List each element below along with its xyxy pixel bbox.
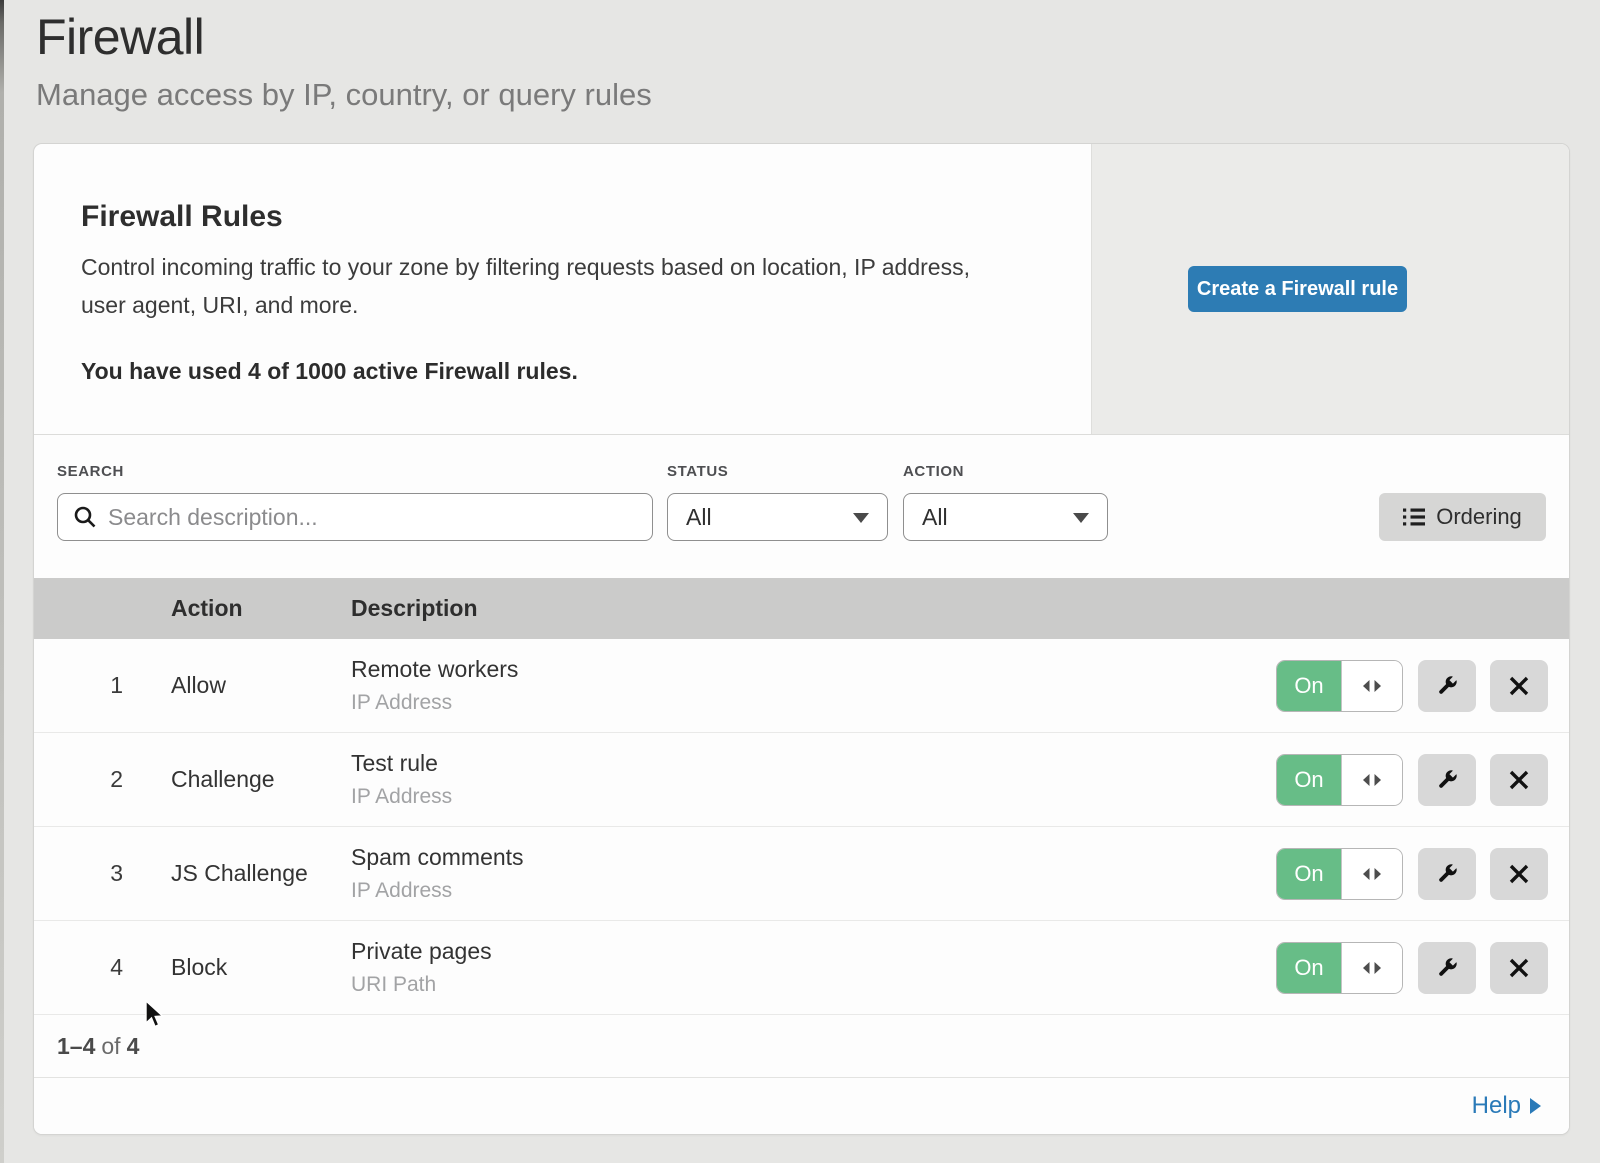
rule-action: JS Challenge xyxy=(123,860,351,887)
search-label: SEARCH xyxy=(57,463,653,480)
help-bar: Help xyxy=(34,1078,1569,1134)
rule-number: 2 xyxy=(34,766,123,793)
mouse-cursor xyxy=(144,1000,170,1030)
wrench-icon xyxy=(1434,672,1461,699)
rule-toggle[interactable]: On xyxy=(1276,848,1403,900)
left-right-arrows-icon xyxy=(1360,773,1384,787)
rule-description: Test rule xyxy=(351,750,1276,777)
rule-number: 1 xyxy=(34,672,123,699)
rules-usage: You have used 4 of 1000 active Firewall … xyxy=(81,358,1044,385)
wrench-icon xyxy=(1434,860,1461,887)
toggle-handle[interactable] xyxy=(1341,943,1402,993)
close-icon xyxy=(1508,675,1530,697)
rule-description: Spam comments xyxy=(351,844,1276,871)
page-subtitle: Manage access by IP, country, or query r… xyxy=(36,77,1570,113)
rule-number: 3 xyxy=(34,860,123,887)
rule-match-type: URI Path xyxy=(351,973,1276,997)
edit-rule-button[interactable] xyxy=(1418,660,1476,712)
rule-description: Remote workers xyxy=(351,656,1276,683)
delete-rule-button[interactable] xyxy=(1490,942,1548,994)
table-header: Action Description xyxy=(34,578,1569,639)
toggle-on-label: On xyxy=(1277,849,1341,899)
table-row: 1 Allow Remote workers IP Address On xyxy=(34,639,1569,733)
table-row: 2 Challenge Test rule IP Address On xyxy=(34,733,1569,827)
rules-description: Control incoming traffic to your zone by… xyxy=(81,248,1044,324)
action-filter: ACTION All xyxy=(903,463,1108,541)
filters-bar: SEARCH STATUS All ACTION All xyxy=(34,435,1569,578)
edit-rule-button[interactable] xyxy=(1418,754,1476,806)
create-rule-panel: Create a Firewall rule xyxy=(1091,144,1569,434)
firewall-page: Firewall Manage access by IP, country, o… xyxy=(0,0,1600,1135)
status-filter: STATUS All xyxy=(667,463,888,541)
search-input-box[interactable] xyxy=(57,493,653,541)
rules-heading: Firewall Rules xyxy=(81,200,1044,234)
delete-rule-button[interactable] xyxy=(1490,660,1548,712)
help-label: Help xyxy=(1472,1092,1521,1120)
rule-match-type: IP Address xyxy=(351,785,1276,809)
toggle-handle[interactable] xyxy=(1341,755,1402,805)
left-right-arrows-icon xyxy=(1360,961,1384,975)
close-icon xyxy=(1508,957,1530,979)
rule-action: Block xyxy=(123,954,351,981)
action-select[interactable]: All xyxy=(903,493,1108,541)
rules-summary: Firewall Rules Control incoming traffic … xyxy=(34,144,1091,434)
toggle-on-label: On xyxy=(1277,661,1341,711)
toggle-handle[interactable] xyxy=(1341,661,1402,711)
column-action: Action xyxy=(123,595,351,622)
action-value: All xyxy=(922,504,948,531)
rule-number: 4 xyxy=(34,954,123,981)
table-row: 3 JS Challenge Spam comments IP Address … xyxy=(34,827,1569,921)
edit-rule-button[interactable] xyxy=(1418,848,1476,900)
pagination-summary: 1–4 of 4 xyxy=(34,1015,1569,1078)
page-header: Firewall Manage access by IP, country, o… xyxy=(33,0,1570,113)
rule-action: Challenge xyxy=(123,766,351,793)
close-icon xyxy=(1508,769,1530,791)
status-label: STATUS xyxy=(667,463,888,480)
delete-rule-button[interactable] xyxy=(1490,848,1548,900)
table-row: 4 Block Private pages URI Path On xyxy=(34,921,1569,1015)
rule-match-type: IP Address xyxy=(351,691,1276,715)
rule-toggle[interactable]: On xyxy=(1276,942,1403,994)
rule-action: Allow xyxy=(123,672,351,699)
rule-match-type: IP Address xyxy=(351,879,1276,903)
action-label: ACTION xyxy=(903,463,1108,480)
left-right-arrows-icon xyxy=(1360,867,1384,881)
firewall-rules-card: Firewall Rules Control incoming traffic … xyxy=(33,143,1570,1135)
status-value: All xyxy=(686,504,712,531)
close-icon xyxy=(1508,863,1530,885)
pagination-total: 4 xyxy=(127,1033,140,1060)
chevron-down-icon xyxy=(853,513,869,523)
toggle-on-label: On xyxy=(1277,755,1341,805)
card-top-section: Firewall Rules Control incoming traffic … xyxy=(34,144,1569,435)
delete-rule-button[interactable] xyxy=(1490,754,1548,806)
pagination-range: 1–4 xyxy=(57,1033,95,1060)
arrow-right-icon xyxy=(1530,1098,1541,1114)
create-firewall-rule-button[interactable]: Create a Firewall rule xyxy=(1188,266,1407,312)
list-icon xyxy=(1403,507,1425,527)
wrench-icon xyxy=(1434,766,1461,793)
pagination-of: of xyxy=(101,1033,120,1060)
toggle-handle[interactable] xyxy=(1341,849,1402,899)
ordering-button[interactable]: Ordering xyxy=(1379,493,1546,541)
search-icon xyxy=(72,504,98,530)
rule-description: Private pages xyxy=(351,938,1276,965)
search-input[interactable] xyxy=(108,504,638,531)
left-right-arrows-icon xyxy=(1360,679,1384,693)
ordering-label: Ordering xyxy=(1436,504,1522,530)
edit-rule-button[interactable] xyxy=(1418,942,1476,994)
window-left-edge xyxy=(0,0,4,1163)
rule-toggle[interactable]: On xyxy=(1276,754,1403,806)
toggle-on-label: On xyxy=(1277,943,1341,993)
wrench-icon xyxy=(1434,954,1461,981)
chevron-down-icon xyxy=(1073,513,1089,523)
rule-toggle[interactable]: On xyxy=(1276,660,1403,712)
page-title: Firewall xyxy=(36,12,1570,62)
column-description: Description xyxy=(351,595,1569,622)
search-filter: SEARCH xyxy=(57,463,653,541)
help-link[interactable]: Help xyxy=(1472,1092,1541,1120)
status-select[interactable]: All xyxy=(667,493,888,541)
